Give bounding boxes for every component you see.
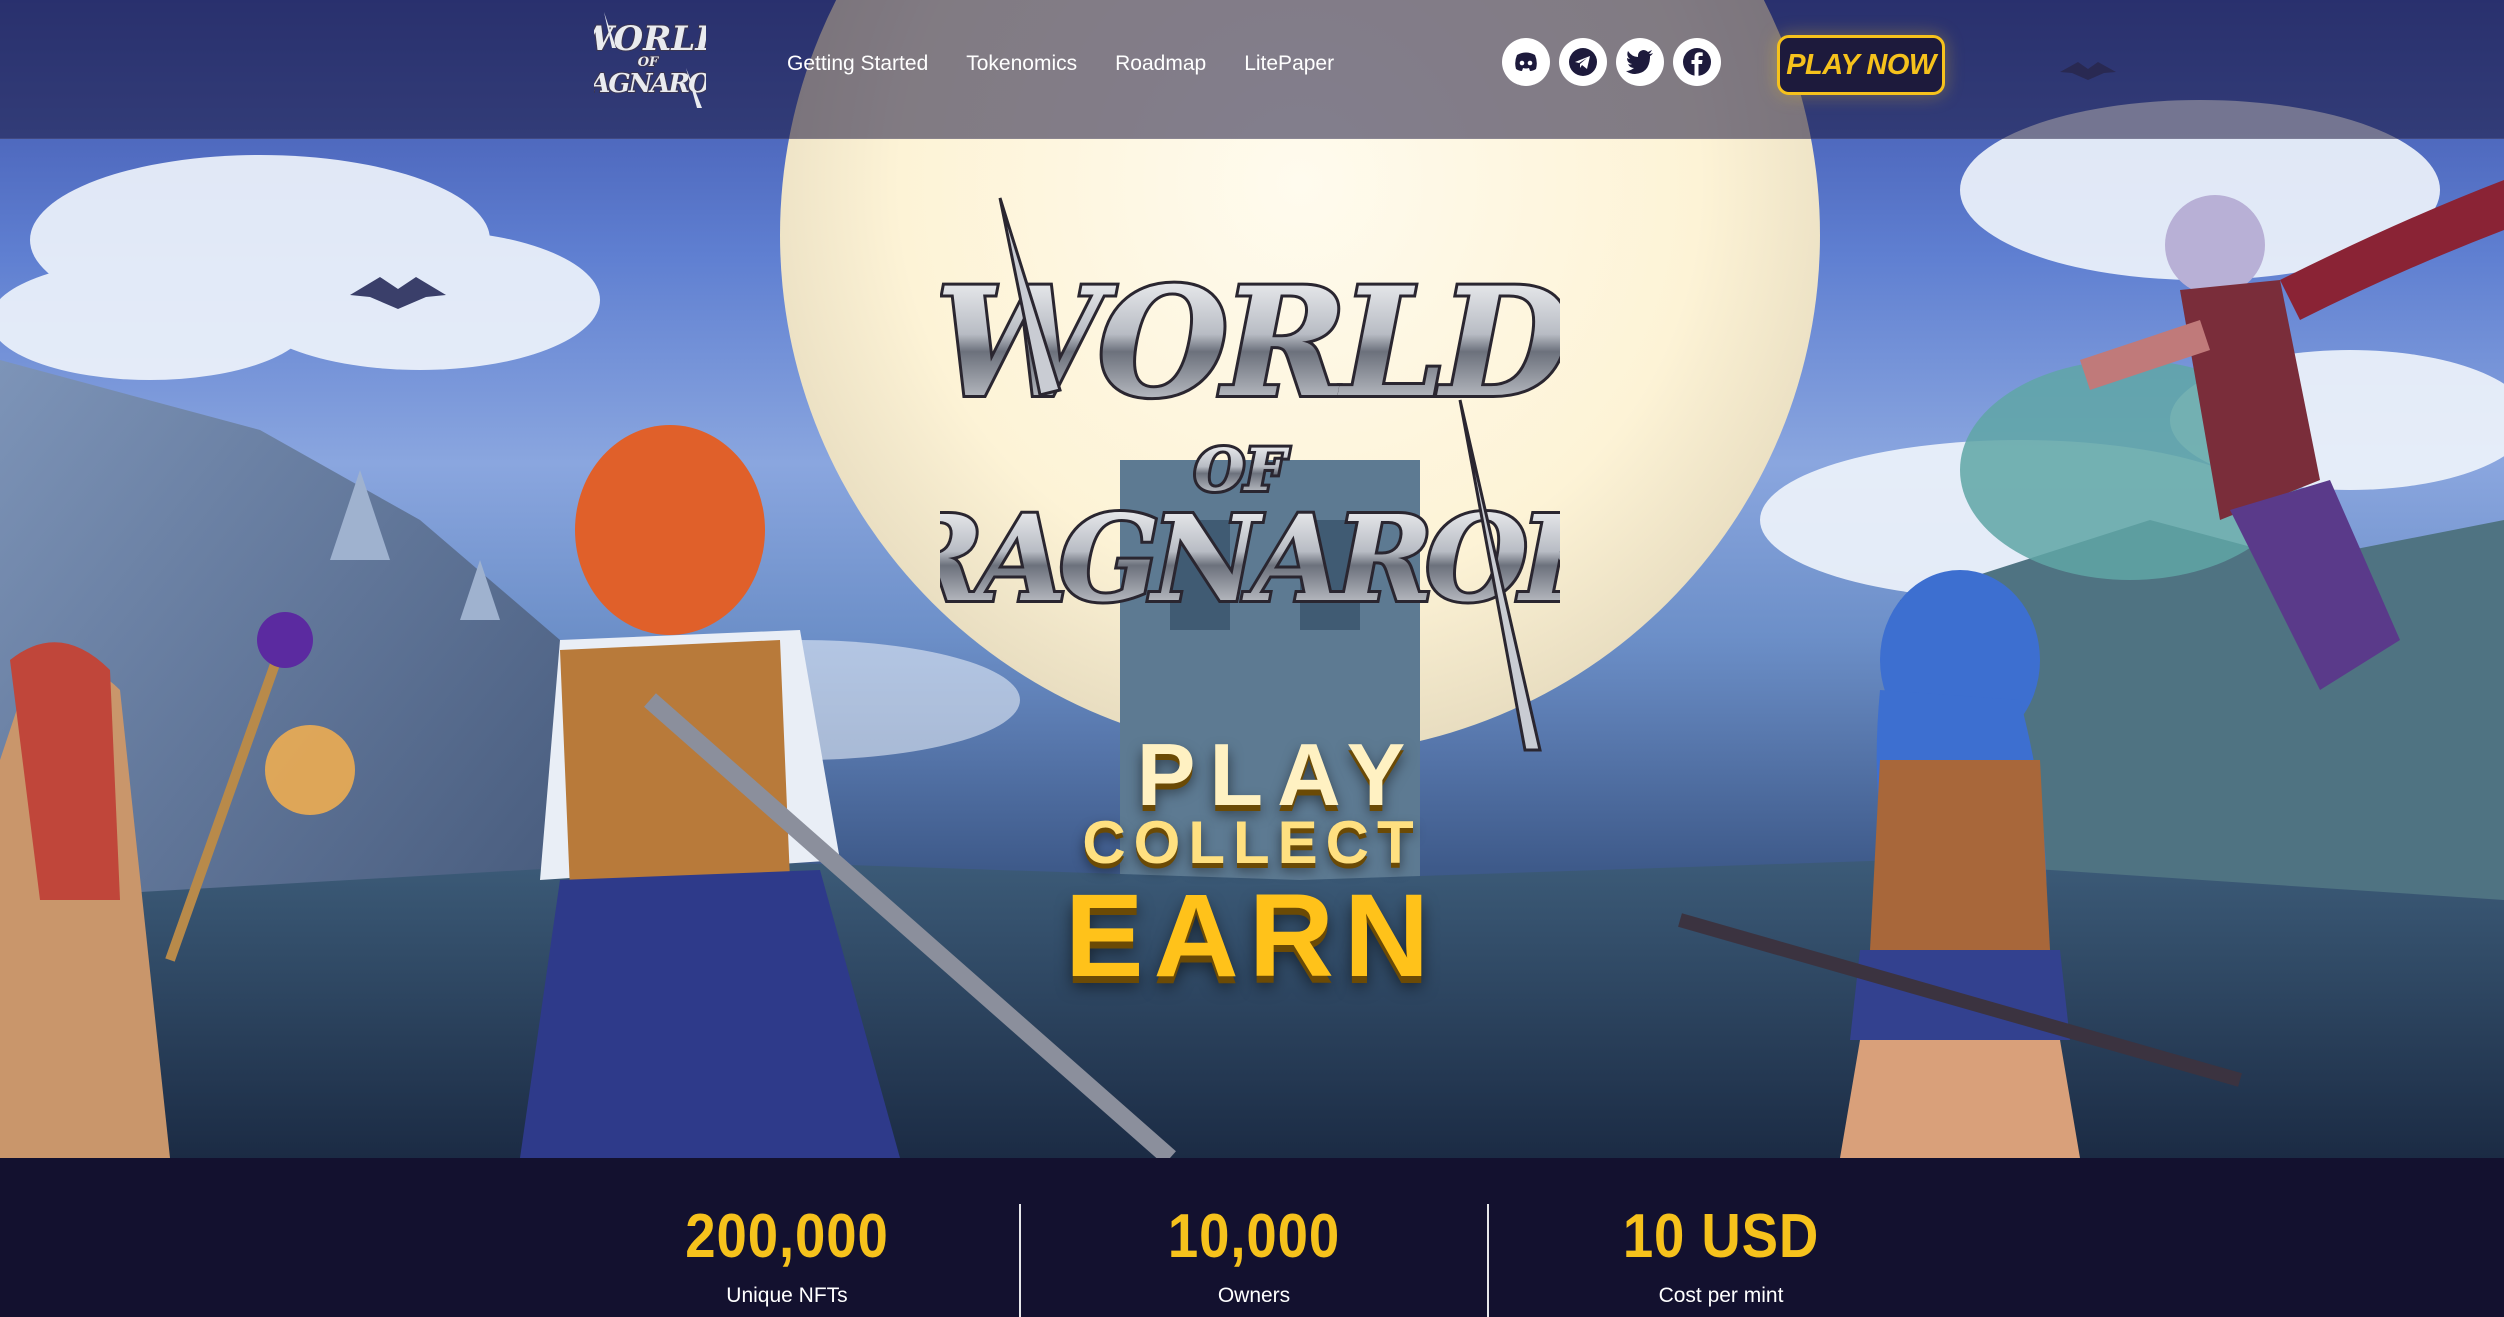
svg-text:OF: OF	[638, 55, 659, 70]
telegram-icon	[1569, 48, 1597, 76]
nav-roadmap[interactable]: Roadmap	[1115, 52, 1206, 76]
stat-label: Unique NFTs	[726, 1284, 848, 1307]
stat-owners: 10,000 Owners	[1054, 1158, 1454, 1308]
stat-label: Owners	[1217, 1284, 1291, 1307]
telegram-button[interactable]	[1559, 38, 1607, 86]
nav-tokenomics[interactable]: Tokenomics	[966, 52, 1077, 76]
stat-divider	[1019, 1204, 1021, 1317]
play-now-button[interactable]: PLAY NOW	[1777, 35, 1945, 95]
main-nav: Getting Started Tokenomics Roadmap LiteP…	[787, 52, 1372, 76]
stat-divider	[1487, 1204, 1489, 1317]
stat-unique-nfts: 200,000 Unique NFTs	[587, 1158, 987, 1308]
play-now-label: PLAY NOW	[1786, 48, 1936, 81]
hero-banner: WORLD OF RAGNAROK PLAY COLLECT EARN	[0, 0, 2504, 1158]
header-logo[interactable]: WORLD OF RAGNAROK	[594, 8, 706, 112]
tagline-earn: EARN	[1064, 870, 1440, 1002]
discord-icon	[1515, 52, 1537, 71]
facebook-button[interactable]	[1673, 38, 1721, 86]
nav-litepaper[interactable]: LitePaper	[1244, 52, 1334, 76]
logo-line-ragnarok: RAGNAROK	[940, 489, 1560, 628]
stat-cost-per-mint: 10 USD Cost per mint	[1521, 1158, 1921, 1308]
game-logo: WORLD OF RAGNAROK	[940, 197, 1560, 752]
stat-label: Cost per mint	[1658, 1284, 1784, 1307]
svg-text:RAGNAROK: RAGNAROK	[594, 69, 706, 99]
stat-value: 10,000	[1167, 1202, 1341, 1271]
stat-value: 200,000	[685, 1202, 889, 1271]
tagline-collect: COLLECT	[1082, 809, 1422, 876]
site-header: WORLD OF RAGNAROK Getting Started Tokeno…	[0, 0, 2504, 139]
discord-button[interactable]	[1502, 38, 1550, 86]
stats-bar: 200,000 Unique NFTs 10,000 Owners 10 USD…	[0, 1158, 2504, 1317]
twitter-button[interactable]	[1616, 38, 1664, 86]
stat-value: 10 USD	[1622, 1202, 1820, 1271]
facebook-icon	[1683, 48, 1711, 76]
social-links	[1502, 38, 1730, 86]
nav-getting-started[interactable]: Getting Started	[787, 52, 928, 76]
twitter-icon	[1626, 50, 1653, 74]
